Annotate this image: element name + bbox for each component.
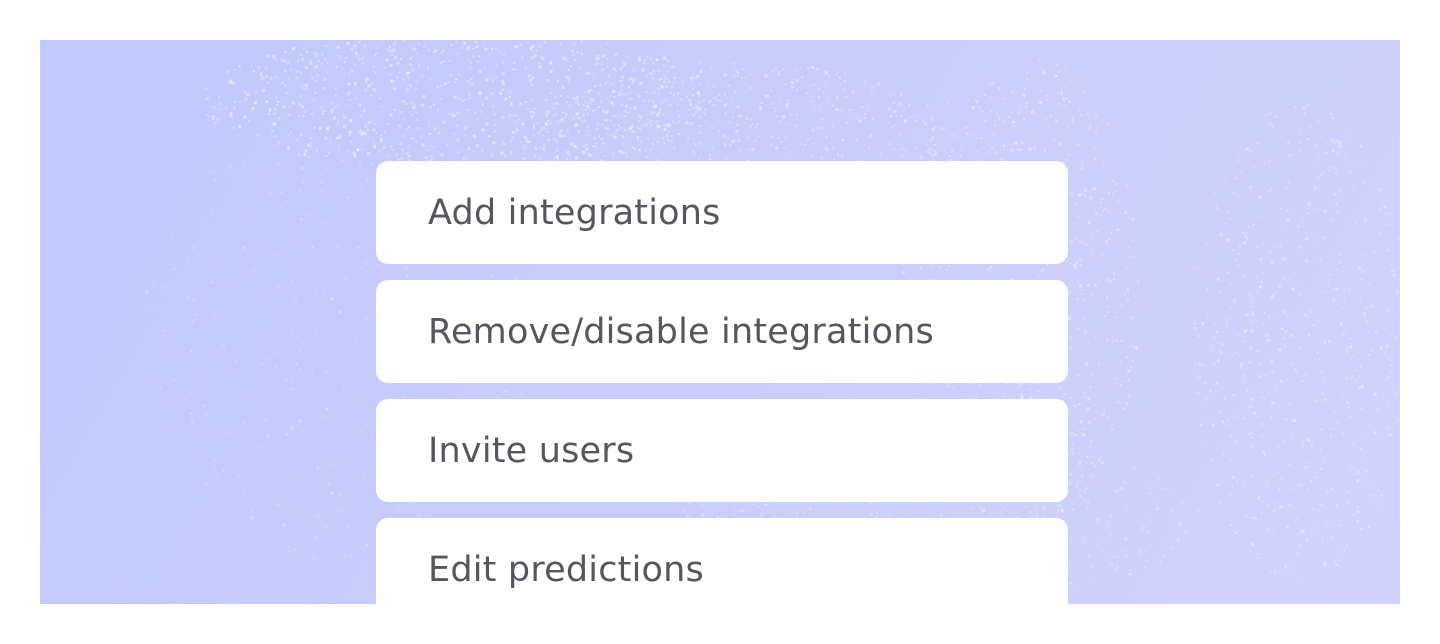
permission-label: Edit predictions — [428, 549, 704, 590]
permission-label: Remove/disable integrations — [428, 311, 934, 352]
permissions-list: Add integrations Remove/disable integrat… — [376, 161, 1068, 604]
permission-item-remove-integrations[interactable]: Remove/disable integrations — [376, 280, 1068, 383]
permission-item-invite-users[interactable]: Invite users — [376, 399, 1068, 502]
hero-panel: Add integrations Remove/disable integrat… — [40, 40, 1400, 604]
permission-item-add-integrations[interactable]: Add integrations — [376, 161, 1068, 264]
permission-label: Add integrations — [428, 192, 721, 233]
permission-label: Invite users — [428, 430, 635, 471]
permission-item-edit-predictions[interactable]: Edit predictions — [376, 518, 1068, 604]
